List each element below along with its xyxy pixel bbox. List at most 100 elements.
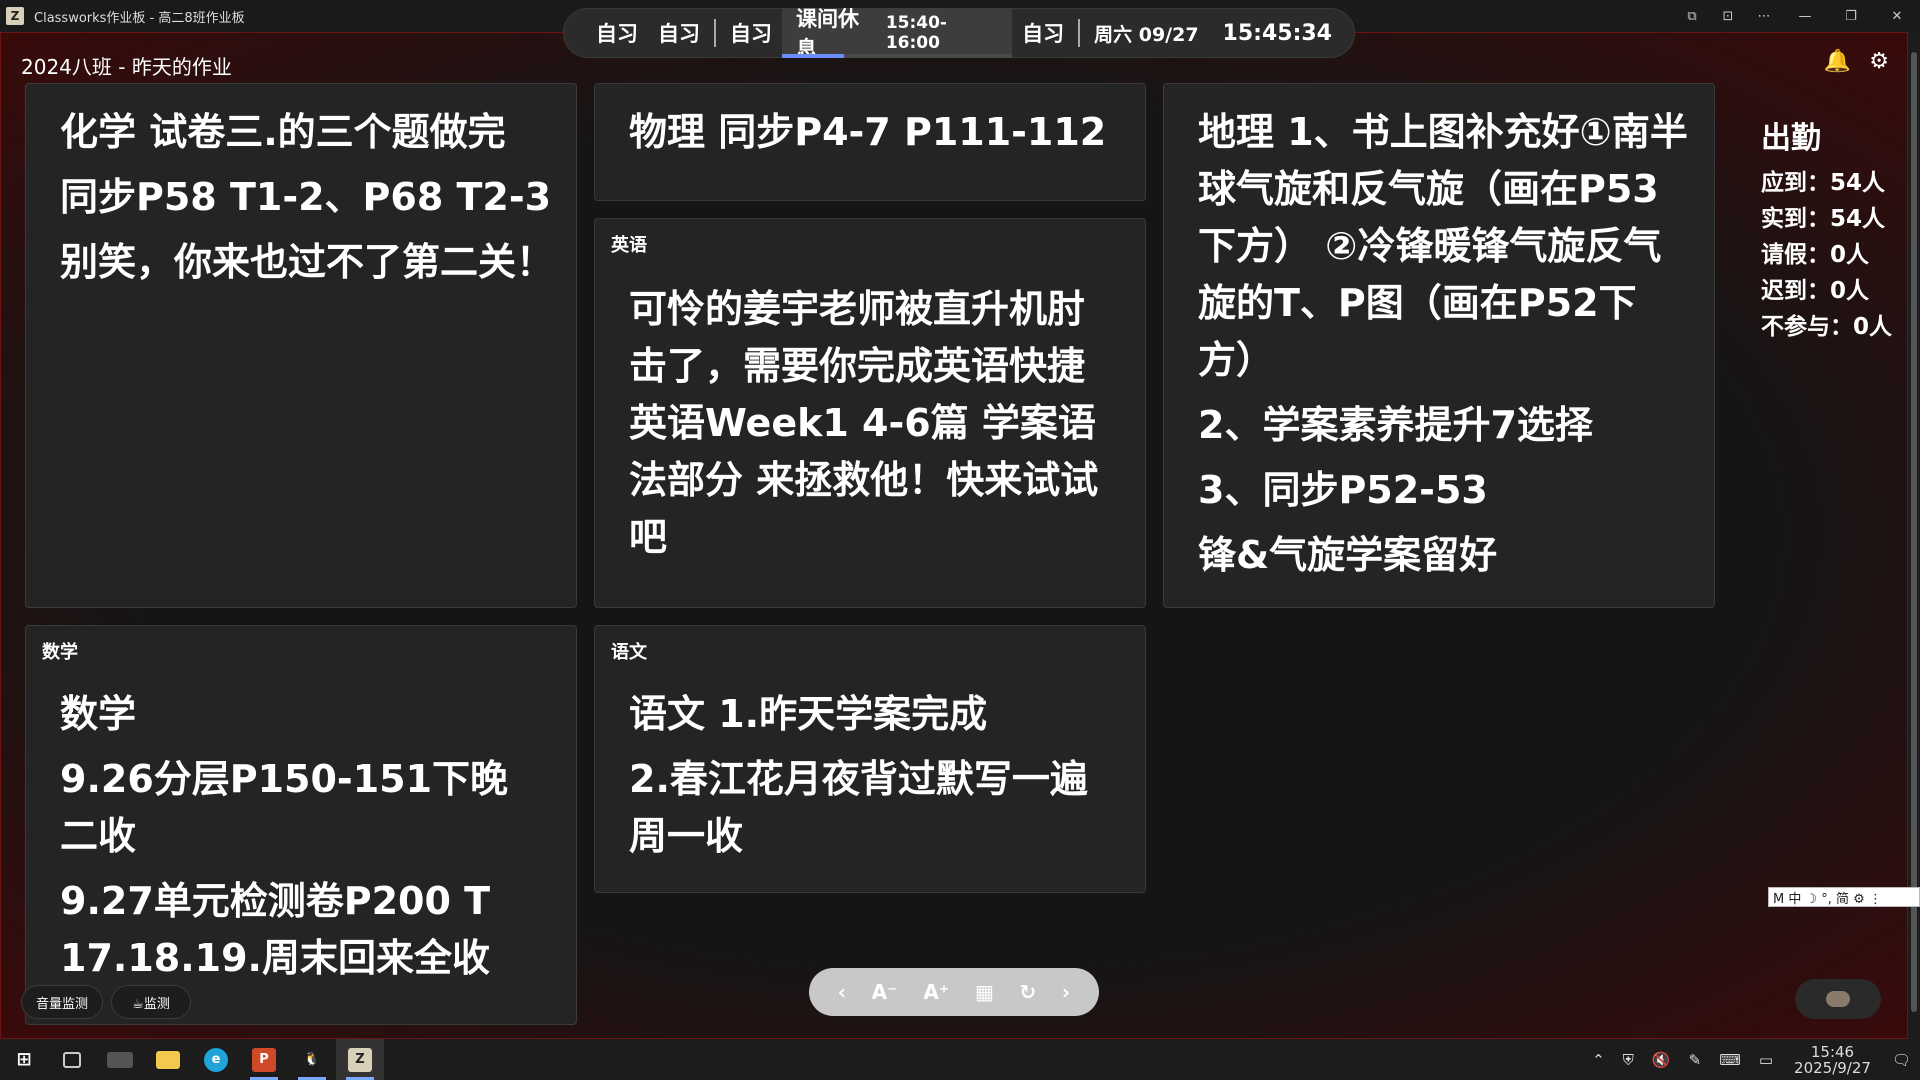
card-line: 2、学案素养提升7选择 <box>1198 403 1593 447</box>
task-view-button[interactable] <box>48 1039 96 1080</box>
card-line: 9.26分层P150-151下晚二收 <box>60 757 509 858</box>
taskbar-app-sensor[interactable] <box>96 1039 144 1080</box>
schedule-current-period: 课间休息 15:40-16:00 <box>781 7 1013 61</box>
floating-toolbar: ‹ A⁻ A⁺ ▦ ↻ › <box>809 968 1099 1016</box>
volume-muted-icon[interactable]: 🔇 <box>1652 1051 1671 1069</box>
taskbar-date: 2025/9/27 <box>1794 1058 1871 1077</box>
card-line: 同步P58 T1-2、P68 T2-3 <box>60 175 552 219</box>
app-logo-icon: Z <box>6 7 24 25</box>
window-title: Classworks作业板 - 高二8班作业板 <box>34 10 245 26</box>
task-view-icon <box>63 1051 81 1068</box>
card-line: 化学 试卷三.的三个题做完 <box>60 110 506 154</box>
more-icon[interactable]: ⋯ <box>1746 0 1782 32</box>
schedule-separator <box>1078 19 1081 47</box>
card-physics-body: 物理 同步P4-7 P111-112 <box>629 104 1129 169</box>
schedule-item: 自习 <box>1022 22 1065 46</box>
font-increase-button[interactable]: A⁺ <box>923 980 949 1004</box>
taskbar-app-qq[interactable]: 🐧 <box>288 1039 336 1080</box>
schedule-date: 周六 09/27 <box>1094 23 1199 46</box>
snap-icon[interactable]: ⊡ <box>1710 0 1746 32</box>
schedule-clock: 15:45:34 <box>1222 20 1332 46</box>
card-line: 数学 <box>60 692 137 736</box>
refresh-icon[interactable]: ↻ <box>1019 980 1036 1004</box>
taskbar-app-explorer[interactable] <box>144 1039 192 1080</box>
card-chinese-label: 语文 <box>611 642 647 663</box>
card-chemistry-body: 化学 试卷三.的三个题做完 同步P58 T1-2、P68 T2-3 别笑，你来也… <box>60 104 560 299</box>
window-controls: ⧉ ⊡ ⋯ — ❐ ✕ <box>1674 0 1920 32</box>
qq-icon: 🐧 <box>303 1052 321 1067</box>
avatar[interactable] <box>1795 979 1881 1019</box>
monitor-button[interactable]: ☕监测 <box>111 985 191 1019</box>
card-line: 2.春江花月夜背过默写一遍周一收 <box>629 757 1088 858</box>
card-physics[interactable]: 物理 同步P4-7 P111-112 <box>594 83 1146 201</box>
header-icons: 🔔 ⚙ <box>1824 49 1889 74</box>
card-line: 地理 1、书上图补充好①南半球气旋和反气旋（画在P53下方） ②冷锋暖锋气旋反气… <box>1198 110 1688 382</box>
avatar-image <box>1826 991 1850 1007</box>
taskbar-clock[interactable]: 15:46 2025/9/27 <box>1794 1044 1871 1076</box>
minimize-button[interactable]: — <box>1782 0 1828 32</box>
taskbar-time: 15:46 <box>1810 1042 1855 1061</box>
keyboard-app-icon <box>107 1051 133 1068</box>
card-chemistry[interactable]: 化学 试卷三.的三个题做完 同步P58 T1-2、P68 T2-3 别笑，你来也… <box>25 83 577 608</box>
taskbar-app-edge[interactable]: e <box>192 1039 240 1080</box>
chevron-up-icon[interactable]: ⌃ <box>1592 1051 1605 1069</box>
start-button[interactable]: ⊞ <box>0 1039 48 1080</box>
schedule-item: 自习 <box>729 22 772 46</box>
ime-indicators[interactable]: M 中 ☽ °, 简 ⚙ ⋮ <box>1773 888 1882 907</box>
calendar-icon[interactable]: ▦ <box>975 980 994 1004</box>
attendance-absent: 不参与：0人 <box>1761 314 1893 340</box>
card-geography-body: 地理 1、书上图补充好①南半球气旋和反气旋（画在P53下方） ②冷锋暖锋气旋反气… <box>1198 104 1688 592</box>
attendance-late: 迟到：0人 <box>1761 278 1870 304</box>
ime-toolbar[interactable]: M 中 ☽ °, 简 ⚙ ⋮ <box>1768 887 1920 907</box>
powerpoint-icon: P <box>252 1047 276 1072</box>
current-period-time: 15:40-16:00 <box>885 13 947 53</box>
card-line: 语文 1.昨天学案完成 <box>629 692 988 736</box>
taskbar-app-powerpoint[interactable]: P <box>240 1039 288 1080</box>
app-main: 2024八班 - 昨天的作业 🔔 ⚙ 化学 试卷三.的三个题做完 同步P58 T… <box>0 32 1908 1039</box>
attendance-present: 实到：54人 <box>1761 206 1886 232</box>
card-line: 3、同步P52-53 <box>1198 468 1488 512</box>
card-line: 别笑，你来也过不了第二关！ <box>60 240 555 284</box>
card-line: 物理 同步P4-7 P111-112 <box>629 110 1107 154</box>
system-tray: ⌃ ⛨ 🔇 ✎ ⌨ ▭ 15:46 2025/9/27 🗨 <box>1583 1039 1920 1080</box>
card-chinese[interactable]: 语文 语文 1.昨天学案完成 2.春江花月夜背过默写一遍周一收 <box>594 625 1146 893</box>
card-english[interactable]: 英语 可怜的姜宇老师被直升机肘击了，需要你完成英语快捷英语Week1 4-6篇 … <box>594 218 1146 608</box>
next-day-button[interactable]: › <box>1062 980 1070 1004</box>
schedule-bar: 自习 自习 自习 课间休息 15:40-16:00 自习 周六 09/27 15… <box>563 7 1355 61</box>
taskbar-app-classworks[interactable]: Z <box>336 1039 384 1080</box>
volume-monitor-button[interactable]: 音量监测 <box>21 985 103 1019</box>
period-progress-bar <box>781 54 1013 58</box>
card-math-body: 数学 9.26分层P150-151下晚二收 9.27单元检测卷P200 T 17… <box>60 686 530 995</box>
prev-day-button[interactable]: ‹ <box>838 980 846 1004</box>
close-button[interactable]: ✕ <box>1874 0 1920 32</box>
card-line: 锋&气旋学案留好 <box>1198 533 1498 577</box>
card-geography[interactable]: 地理 1、书上图补充好①南半球气旋和反气旋（画在P53下方） ②冷锋暖锋气旋反气… <box>1163 83 1715 608</box>
classworks-icon: Z <box>348 1047 372 1072</box>
attendance-panel[interactable]: 出勤 应到：54人 实到：54人 请假：0人 迟到：0人 不参与：0人 <box>1761 113 1892 345</box>
schedule-separator <box>714 19 716 47</box>
card-math-label: 数学 <box>42 642 78 663</box>
card-line: 9.27单元检测卷P200 T 17.18.19.周末回来全收 <box>60 879 491 980</box>
notification-icon[interactable]: 🗨 <box>1892 1051 1911 1069</box>
attendance-leave: 请假：0人 <box>1761 242 1870 268</box>
font-decrease-button[interactable]: A⁻ <box>872 980 898 1004</box>
cast-icon[interactable]: ⧉ <box>1674 0 1710 32</box>
keyboard-icon[interactable]: ⌨ <box>1719 1051 1741 1069</box>
gear-icon[interactable]: ⚙ <box>1869 49 1889 74</box>
edge-icon: e <box>204 1047 228 1072</box>
scrollbar-thumb[interactable] <box>1911 52 1917 1012</box>
display-icon[interactable]: ▭ <box>1759 1051 1773 1069</box>
bell-icon[interactable]: 🔔 <box>1824 49 1851 74</box>
attendance-expected: 应到：54人 <box>1761 170 1886 196</box>
card-english-body: 可怜的姜宇老师被直升机肘击了，需要你完成英语快捷英语Week1 4-6篇 学案语… <box>629 281 1109 574</box>
shield-icon[interactable]: ⛨ <box>1623 1051 1634 1069</box>
maximize-button[interactable]: ❐ <box>1828 0 1874 32</box>
attendance-title: 出勤 <box>1761 121 1821 156</box>
card-line: 可怜的姜宇老师被直升机肘击了，需要你完成英语快捷英语Week1 4-6篇 学案语… <box>629 287 1099 559</box>
pen-icon[interactable]: ✎ <box>1689 1051 1702 1069</box>
card-english-label: 英语 <box>611 235 647 256</box>
schedule-item: 自习 <box>596 22 638 46</box>
folder-icon <box>156 1050 180 1069</box>
card-math[interactable]: 数学 数学 9.26分层P150-151下晚二收 9.27单元检测卷P200 T… <box>25 625 577 1025</box>
taskbar: ⊞ e P 🐧 Z ⌃ ⛨ 🔇 ✎ ⌨ ▭ 15:46 2025/9/27 🗨 <box>0 1039 1920 1080</box>
